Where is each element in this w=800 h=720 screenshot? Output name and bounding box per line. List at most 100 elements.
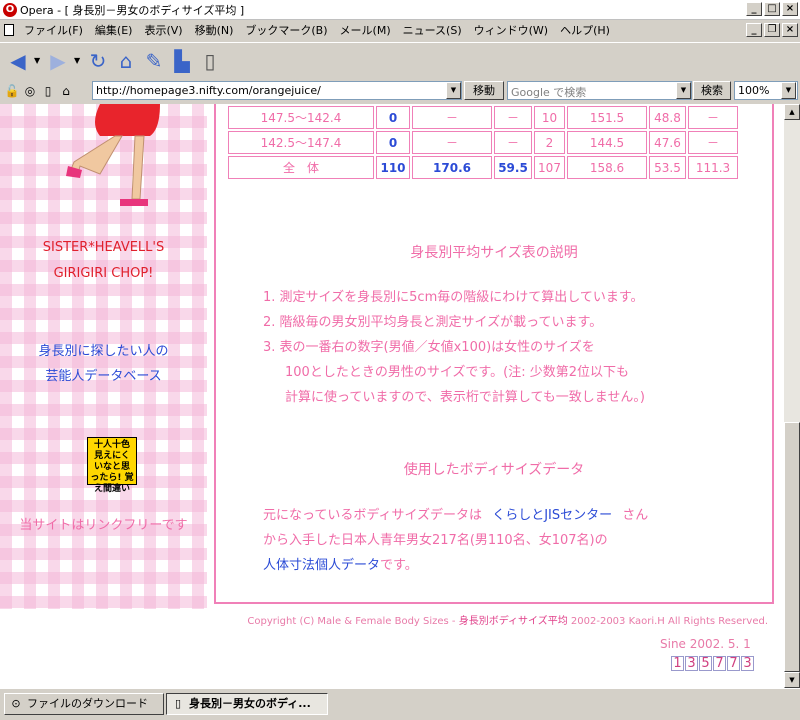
lock-icon[interactable]: ⌂	[58, 83, 74, 99]
url-dropdown-icon[interactable]: ▼	[446, 82, 461, 99]
page-tab-icon: ▯	[174, 697, 182, 710]
scroll-thumb[interactable]	[784, 422, 800, 672]
copyright-site-name: 身長別ボディサイズ平均	[458, 616, 568, 627]
since-date: Sine 2002. 5. 1	[660, 637, 751, 651]
forward-dropdown-icon[interactable]: ▼	[74, 56, 82, 65]
home-icon[interactable]: ⌂	[114, 49, 138, 73]
source-paragraph: 元になっているボディサイズデータは くらしとJISセンター さん から入手した日…	[263, 503, 648, 578]
access-counter: 1 3 5 7 7 3	[671, 656, 754, 671]
table-cell: －	[688, 131, 738, 154]
back-dropdown-icon[interactable]: ▼	[34, 56, 42, 65]
source-line: から入手した日本人青年男女217名(男110名、女107名)の	[263, 533, 608, 548]
scroll-down-icon[interactable]: ▼	[784, 672, 800, 688]
menu-mail[interactable]: メール(M)	[334, 22, 397, 38]
celebrity-database-link[interactable]: 身長別に探したい人の	[0, 340, 207, 359]
search-button[interactable]: 検索	[693, 81, 731, 100]
table-cell: 111.3	[688, 156, 738, 179]
table-cell: －	[494, 106, 532, 129]
table-row: 147.5～142.4 0 － － 10 151.5 48.8 －	[228, 106, 738, 129]
scroll-up-icon[interactable]: ▲	[784, 104, 800, 120]
doc-close-icon[interactable]: ×	[782, 23, 798, 37]
body-data-link[interactable]: 人体寸法個人データ	[263, 558, 380, 573]
vertical-scrollbar[interactable]: ▲ ▼	[784, 104, 800, 688]
menu-edit[interactable]: 編集(E)	[89, 22, 139, 38]
menu-news[interactable]: ニュース(S)	[397, 22, 468, 38]
table-cell: －	[494, 131, 532, 154]
table-cell: －	[412, 131, 492, 154]
menu-bar: ファイル(F) 編集(E) 表示(V) 移動(N) ブックマーク(B) メール(…	[0, 20, 800, 40]
explanation-list: 1. 測定サイズを身長別に5cm毎の階級にわけて算出しています。 2. 階級毎の…	[263, 285, 645, 410]
table-row: 142.5～147.4 0 － － 2 144.5 47.6 －	[228, 131, 738, 154]
counter-digit: 7	[713, 656, 726, 671]
table-cell: 107	[534, 156, 565, 179]
new-page-icon[interactable]: ▯	[198, 49, 222, 73]
table-cell: 158.6	[567, 156, 647, 179]
print-icon[interactable]: ▙	[170, 49, 194, 73]
close-icon[interactable]: ×	[782, 2, 798, 16]
window-title-bar: O Opera - [ 身長別－男女のボディサイズ平均 ]	[0, 0, 800, 20]
legs-illustration-icon	[66, 104, 160, 206]
menu-bookmarks[interactable]: ブックマーク(B)	[239, 22, 333, 38]
table-cell: 170.6	[412, 156, 492, 179]
address-bar: 🔓 ◎ ▯ ⌂ http://homepage3.nifty.com/orang…	[0, 80, 800, 102]
banner-logo[interactable]: 十人十色 見えにくいなと思ったら! 覚え間違い	[87, 437, 137, 494]
maximize-icon[interactable]: □	[764, 2, 780, 16]
left-sidebar: SISTER*HEAVELL'S GIRIGIRI CHOP! 身長別に探したい…	[0, 104, 207, 609]
search-input[interactable]: Google で検索	[507, 81, 692, 100]
downloads-tab[interactable]: ⊙ ファイルのダウンロード	[4, 693, 164, 715]
hotlist-icon[interactable]: ✎	[142, 49, 166, 73]
navigation-toolbar: ◀ ▼ ▶ ▼ ↻ ⌂ ✎ ▙ ▯	[0, 42, 800, 78]
menu-file[interactable]: ファイル(F)	[18, 22, 89, 38]
page-icon[interactable]: ▯	[40, 83, 56, 99]
table-row-total: 全 体 110 170.6 59.5 107 158.6 53.5 111.3	[228, 156, 738, 179]
url-input[interactable]: http://homepage3.nifty.com/orangejuice/	[92, 81, 462, 100]
table-cell-male-count: 0	[376, 106, 410, 129]
reload-icon[interactable]: ↻	[86, 49, 110, 73]
cookie-icon[interactable]: ◎	[22, 83, 38, 99]
source-text: 元になっているボディサイズデータは	[263, 508, 483, 523]
window-tab-bar: ⊙ ファイルのダウンロード ▯ 身長別－男女のボディ...	[0, 688, 800, 720]
source-line: 元になっているボディサイズデータは くらしとJISセンター さん	[263, 503, 648, 528]
zoom-dropdown-icon[interactable]: ▼	[781, 82, 796, 99]
document-icon[interactable]	[4, 24, 14, 36]
doc-minimize-icon[interactable]: _	[746, 23, 762, 37]
counter-digit: 3	[685, 656, 698, 671]
download-icon: ⊙	[11, 697, 21, 710]
link-free-notice: 当サイトはリンクフリーです	[19, 518, 188, 533]
forward-icon[interactable]: ▶	[46, 49, 70, 73]
table-cell-male-count: 0	[376, 131, 410, 154]
table-cell: 110	[376, 156, 410, 179]
jis-center-link[interactable]: くらしとJISセンター	[492, 508, 612, 523]
site-title-line1: SISTER*HEAVELL'S	[42, 240, 165, 255]
counter-digit: 5	[699, 656, 712, 671]
celebrity-database-link-2[interactable]: 芸能人データベース	[0, 365, 207, 384]
search-dropdown-icon[interactable]: ▼	[676, 82, 691, 99]
downloads-tab-label: ファイルのダウンロード	[27, 697, 148, 710]
copyright: Copyright (C) Male & Female Body Sizes -…	[210, 612, 768, 627]
active-page-tab[interactable]: ▯ 身長別－男女のボディ...	[166, 693, 328, 715]
window-controls: _ □ ×	[746, 2, 798, 16]
counter-digit: 3	[741, 656, 754, 671]
copyright-text: Copyright (C) Male & Female Body Sizes -	[247, 616, 459, 627]
explanation-item: 100としたときの男性のサイズです。(注: 少数第2位以下も	[285, 365, 629, 380]
minimize-icon[interactable]: _	[746, 2, 762, 16]
explanation-item: 1. 測定サイズを身長別に5cm毎の階級にわけて算出しています。	[263, 290, 644, 305]
source-text: です。	[380, 558, 418, 573]
menu-navigate[interactable]: 移動(N)	[189, 22, 240, 38]
table-cell: 2	[534, 131, 565, 154]
go-button[interactable]: 移動	[464, 81, 504, 100]
source-line: 人体寸法個人データです。	[263, 553, 648, 578]
table-cell: 10	[534, 106, 565, 129]
page-viewport: SISTER*HEAVELL'S GIRIGIRI CHOP! 身長別に探したい…	[0, 104, 784, 688]
menu-help[interactable]: ヘルプ(H)	[554, 22, 616, 38]
explanation-item: 計算に使っていますので、表示桁で計算しても一致しません。)	[285, 390, 645, 405]
security-icon[interactable]: 🔓	[4, 83, 20, 99]
table-cell: 48.8	[649, 106, 686, 129]
back-icon[interactable]: ◀	[6, 49, 30, 73]
doc-restore-icon[interactable]: ❐	[764, 23, 780, 37]
menu-view[interactable]: 表示(V)	[138, 22, 188, 38]
source-text: さん	[622, 508, 649, 523]
body-size-table: 147.5～142.4 0 － － 10 151.5 48.8 － 142.5～…	[226, 104, 740, 181]
table-cell: 151.5	[567, 106, 647, 129]
menu-window[interactable]: ウィンドウ(W)	[468, 22, 554, 38]
